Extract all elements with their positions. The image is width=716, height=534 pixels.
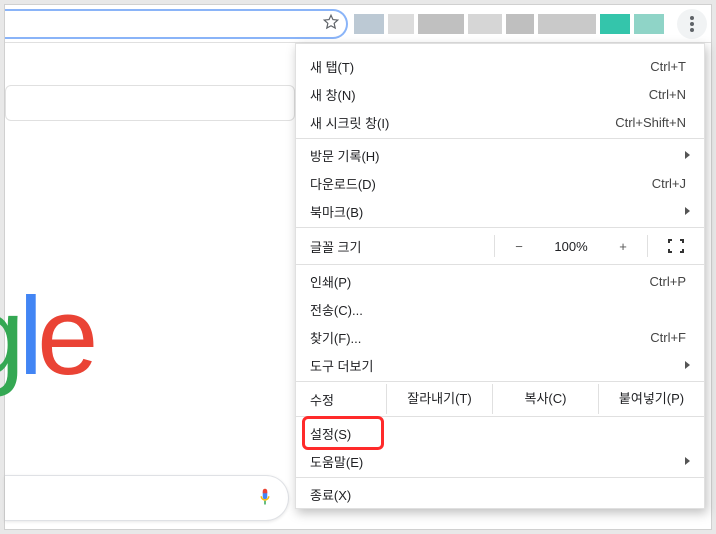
menu-item-label: 찾기(F)... xyxy=(310,328,650,347)
menu-item-shortcut: Ctrl+T xyxy=(650,59,686,74)
chevron-right-icon xyxy=(685,151,690,159)
chrome-menu-button[interactable] xyxy=(677,9,707,39)
menu-item-label: 다운로드(D) xyxy=(310,174,652,193)
zoom-label: 글꼴 크기 xyxy=(310,237,494,256)
bookmark-star-icon[interactable] xyxy=(322,13,340,34)
menu-item[interactable]: 방문 기록(H) xyxy=(296,141,704,169)
menu-item[interactable]: 도움말(E) xyxy=(296,447,704,475)
menu-item-shortcut: Ctrl+P xyxy=(650,274,686,289)
menu-item[interactable]: 종료(X) xyxy=(296,480,704,508)
edit-label: 수정 xyxy=(296,390,386,409)
menu-item-label: 새 창(N) xyxy=(310,85,649,104)
menu-item[interactable]: 도구 더보기 xyxy=(296,351,704,379)
menu-item[interactable]: 다운로드(D)Ctrl+J xyxy=(296,169,704,197)
menu-item[interactable]: 전송(C)... xyxy=(296,295,704,323)
zoom-in-button[interactable]: + xyxy=(599,239,647,254)
google-search-box[interactable] xyxy=(5,475,289,521)
zoom-row: 글꼴 크기−100%+ xyxy=(296,230,704,262)
extension-icon[interactable] xyxy=(600,14,630,34)
menu-item-label: 인쇄(P) xyxy=(310,272,650,291)
menu-item-label: 방문 기록(H) xyxy=(310,146,677,165)
menu-item[interactable]: 설정(S) xyxy=(296,419,704,447)
voice-search-icon[interactable] xyxy=(256,486,274,511)
fullscreen-button[interactable] xyxy=(648,239,704,253)
menu-item-shortcut: Ctrl+F xyxy=(650,330,686,345)
menu-item[interactable]: 새 창(N)Ctrl+N xyxy=(296,80,704,108)
paste-button[interactable]: 붙여넣기(P) xyxy=(598,384,704,414)
extension-icon[interactable] xyxy=(506,14,534,34)
menu-item[interactable]: 북마크(B) xyxy=(296,197,704,225)
menu-item-label: 종료(X) xyxy=(310,485,690,504)
menu-item[interactable]: 인쇄(P)Ctrl+P xyxy=(296,267,704,295)
zoom-value: 100% xyxy=(543,239,599,254)
menu-item-shortcut: Ctrl+N xyxy=(649,87,686,102)
extension-icon[interactable] xyxy=(468,14,502,34)
extension-icon[interactable] xyxy=(418,14,464,34)
extension-icon[interactable] xyxy=(354,14,384,34)
browser-toolbar xyxy=(5,5,711,43)
extension-icon[interactable] xyxy=(538,14,596,34)
menu-item-label: 도움말(E) xyxy=(310,452,677,471)
menu-item-shortcut: Ctrl+J xyxy=(652,176,686,191)
menu-item-label: 도구 더보기 xyxy=(310,356,677,375)
zoom-out-button[interactable]: − xyxy=(495,239,543,254)
menu-item-shortcut: Ctrl+Shift+N xyxy=(615,115,686,130)
menu-item-label: 새 시크릿 창(I) xyxy=(310,113,615,132)
google-logo: jgle xyxy=(5,273,92,400)
menu-item-label: 북마크(B) xyxy=(310,202,677,221)
chevron-right-icon xyxy=(685,207,690,215)
menu-item[interactable]: 찾기(F)...Ctrl+F xyxy=(296,323,704,351)
edit-row: 수정잘라내기(T)복사(C)붙여넣기(P) xyxy=(296,384,704,414)
chrome-main-menu: 새 탭(T)Ctrl+T새 창(N)Ctrl+N새 시크릿 창(I)Ctrl+S… xyxy=(295,43,705,509)
chevron-right-icon xyxy=(685,457,690,465)
menu-item[interactable]: 새 시크릿 창(I)Ctrl+Shift+N xyxy=(296,108,704,136)
menu-item-label: 설정(S) xyxy=(310,424,690,443)
extensions-strip xyxy=(348,14,677,34)
cut-button[interactable]: 잘라내기(T) xyxy=(386,384,492,414)
menu-item[interactable]: 새 탭(T)Ctrl+T xyxy=(296,52,704,80)
sub-toolbar xyxy=(5,85,295,121)
menu-item-label: 새 탭(T) xyxy=(310,57,650,76)
menu-item-label: 전송(C)... xyxy=(310,300,690,319)
extension-icon[interactable] xyxy=(388,14,414,34)
extension-icon[interactable] xyxy=(634,14,664,34)
copy-button[interactable]: 복사(C) xyxy=(492,384,598,414)
chevron-right-icon xyxy=(685,361,690,369)
address-bar[interactable] xyxy=(5,9,348,39)
